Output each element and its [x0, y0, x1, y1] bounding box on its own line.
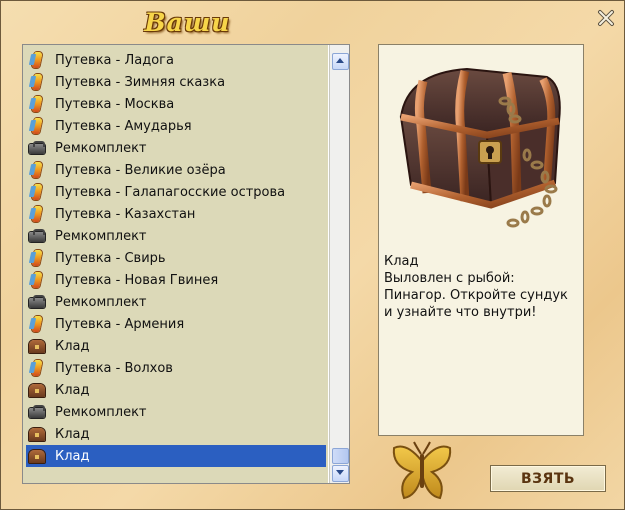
- chevron-down-icon: [336, 470, 344, 475]
- list-item-label: Клад: [55, 448, 90, 464]
- list-item[interactable]: Ремкомплект: [26, 401, 326, 423]
- item-name: Клад: [384, 254, 419, 269]
- list-item-label: Путевка - Ладога: [55, 52, 174, 68]
- list-item-label: Путевка - Зимняя сказка: [55, 74, 226, 90]
- list-item[interactable]: Ремкомплект: [26, 137, 326, 159]
- repair-kit-icon: [28, 403, 46, 421]
- list-item-label: Путевка - Галапагосские острова: [55, 184, 286, 200]
- list-item-label: Путевка - Амударья: [55, 118, 192, 134]
- list-item-label: Путевка - Казахстан: [55, 206, 196, 222]
- ticket-icon: [28, 205, 46, 223]
- list-item[interactable]: Путевка - Волхов: [26, 357, 326, 379]
- repair-kit-icon: [28, 293, 46, 311]
- treasure-chest-image: [387, 55, 575, 231]
- list-item-label: Ремкомплект: [55, 228, 147, 244]
- list-item[interactable]: Клад: [26, 445, 326, 467]
- list-item-label: Клад: [55, 382, 90, 398]
- repair-kit-icon: [28, 139, 46, 157]
- list-item-label: Ремкомплект: [55, 140, 147, 156]
- list-scrollbar[interactable]: [329, 45, 349, 483]
- butterfly-icon: [390, 438, 454, 504]
- list-item[interactable]: Путевка - Москва: [26, 93, 326, 115]
- item-description-line: Пинагор. Откройте сундук: [384, 288, 568, 303]
- list-item[interactable]: Путевка - Свирь: [26, 247, 326, 269]
- chest-icon: [28, 381, 46, 399]
- list-item-label: Ремкомплект: [55, 404, 147, 420]
- chevron-up-icon: [336, 58, 344, 63]
- item-detail-panel: Клад Выловлен с рыбой: Пинагор. Откройте…: [378, 44, 584, 436]
- list-item[interactable]: Путевка - Амударья: [26, 115, 326, 137]
- ticket-icon: [28, 95, 46, 113]
- item-description: Клад Выловлен с рыбой: Пинагор. Откройте…: [384, 253, 580, 321]
- ticket-icon: [28, 183, 46, 201]
- chest-icon: [28, 447, 46, 465]
- chest-icon: [28, 337, 46, 355]
- item-description-line: Выловлен с рыбой:: [384, 271, 515, 286]
- list-item[interactable]: Путевка - Зимняя сказка: [26, 71, 326, 93]
- items-list: Путевка - Ладога Путевка - Зимняя сказка П…: [22, 44, 350, 484]
- list-item-label: Путевка - Москва: [55, 96, 175, 112]
- list-item[interactable]: Путевка - Новая Гвинея: [26, 269, 326, 291]
- list-item-label: Путевка - Волхов: [55, 360, 173, 376]
- repair-kit-icon: [28, 227, 46, 245]
- list-item[interactable]: Ремкомплект: [26, 225, 326, 247]
- ticket-icon: [28, 359, 46, 377]
- scroll-up-button[interactable]: [332, 53, 349, 70]
- list-item[interactable]: Путевка - Казахстан: [26, 203, 326, 225]
- list-item-label: Ремкомплект: [55, 294, 147, 310]
- ticket-icon: [28, 51, 46, 69]
- ticket-icon: [28, 161, 46, 179]
- scroll-down-button[interactable]: [332, 465, 349, 482]
- ticket-icon: [28, 249, 46, 267]
- ticket-icon: [28, 117, 46, 135]
- take-button[interactable]: ВЗЯТЬ: [490, 465, 606, 492]
- list-item[interactable]: Путевка - Великие озёра: [26, 159, 326, 181]
- list-item-label: Клад: [55, 426, 90, 442]
- list-item-label: Клад: [55, 338, 90, 354]
- close-button[interactable]: [596, 8, 616, 28]
- list-item-label: Путевка - Новая Гвинея: [55, 272, 219, 288]
- chest-icon: [28, 425, 46, 443]
- item-description-line: и узнайте что внутри!: [384, 305, 537, 320]
- list-item-label: Путевка - Свирь: [55, 250, 166, 266]
- list-item[interactable]: Путевка - Ладога: [26, 49, 326, 71]
- list-item[interactable]: Клад: [26, 379, 326, 401]
- items-list-viewport: Путевка - Ладога Путевка - Зимняя сказка П…: [23, 45, 328, 483]
- list-item-label: Путевка - Великие озёра: [55, 162, 226, 178]
- ticket-icon: [28, 315, 46, 333]
- scroll-thumb[interactable]: [332, 448, 349, 464]
- close-icon: [598, 10, 614, 26]
- list-item[interactable]: Ремкомплект: [26, 291, 326, 313]
- ticket-icon: [28, 73, 46, 91]
- list-item[interactable]: Путевка - Галапагосские острова: [26, 181, 326, 203]
- ticket-icon: [28, 271, 46, 289]
- window-title: Ваши вещи: [144, 8, 231, 71]
- list-item[interactable]: Клад: [26, 423, 326, 445]
- list-item-label: Путевка - Армения: [55, 316, 185, 332]
- list-item[interactable]: Клад: [26, 335, 326, 357]
- list-item[interactable]: Путевка - Армения: [26, 313, 326, 335]
